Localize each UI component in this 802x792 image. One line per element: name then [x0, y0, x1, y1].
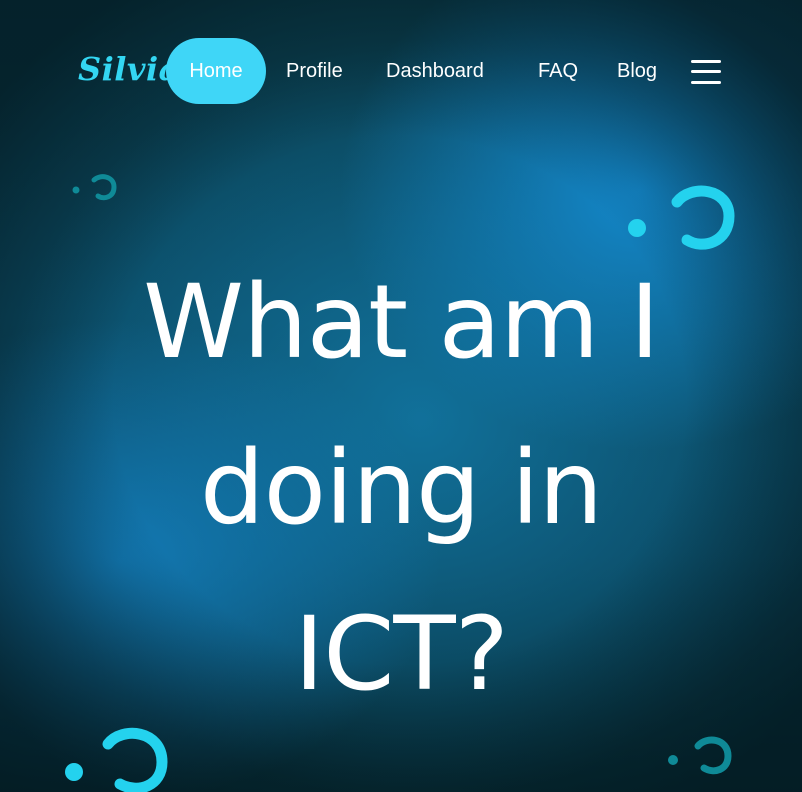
- site-logo[interactable]: Silvia: [78, 50, 180, 88]
- headline-line: doing in: [199, 429, 603, 548]
- main-navigation: Silvia Home Profile Dashboard FAQ Blog: [0, 38, 802, 104]
- nav-item-dashboard[interactable]: Dashboard: [386, 38, 484, 104]
- nav-item-blog[interactable]: Blog: [617, 38, 657, 104]
- hero-section: Silvia Home Profile Dashboard FAQ Blog W…: [0, 0, 802, 792]
- question-mark-icon: [668, 736, 732, 775]
- question-mark-icon: [72, 174, 117, 201]
- headline-line: What am I: [143, 263, 660, 382]
- hamburger-menu-icon[interactable]: [691, 58, 721, 86]
- hero-headline: What am I doing in ICT?: [0, 240, 802, 738]
- headline-line: ICT?: [294, 595, 509, 714]
- nav-item-home[interactable]: Home: [166, 38, 266, 104]
- nav-item-profile[interactable]: Profile: [286, 38, 343, 104]
- nav-item-faq[interactable]: FAQ: [538, 38, 578, 104]
